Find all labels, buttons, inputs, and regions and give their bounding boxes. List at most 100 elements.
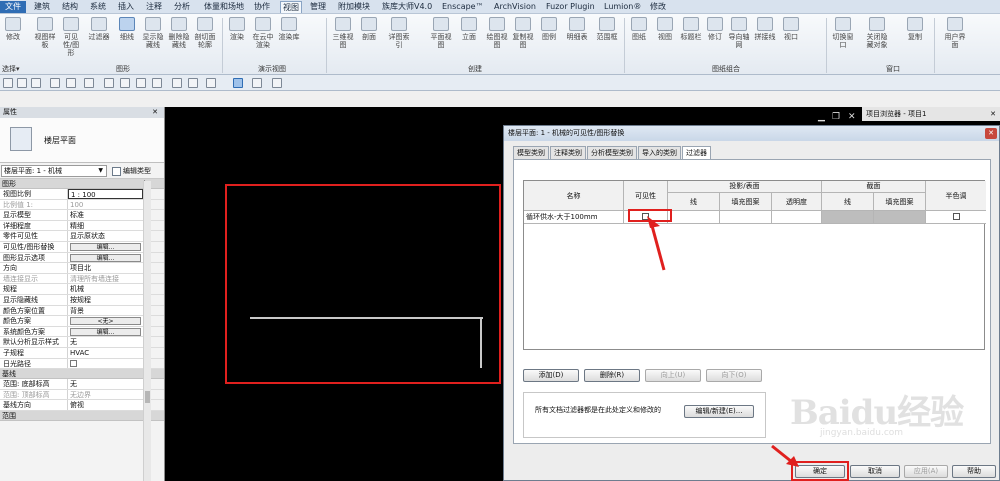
- switch-window-icon[interactable]: [252, 78, 262, 88]
- property-edit-button[interactable]: 编辑...: [70, 253, 141, 262]
- close-icon[interactable]: ✕: [848, 112, 856, 122]
- remove-filter-button[interactable]: 删除(R): [584, 369, 640, 382]
- section-graphics[interactable]: 图形 ⌃: [0, 179, 164, 189]
- render-gallery-button[interactable]: 渲染库: [278, 17, 300, 41]
- switch-windows-button[interactable]: 切换窗口: [832, 17, 854, 49]
- help-button[interactable]: 帮助: [952, 465, 996, 478]
- revisions-button[interactable]: 修订: [704, 17, 726, 41]
- property-row[interactable]: 方向 项目北: [0, 263, 164, 274]
- scroll-thumb[interactable]: [145, 391, 150, 403]
- property-value[interactable]: 无边界: [68, 389, 143, 400]
- customize-qat-icon[interactable]: [272, 78, 282, 88]
- render-button[interactable]: 渲染: [226, 17, 248, 41]
- property-value[interactable]: 清理所有墙连接: [68, 273, 143, 284]
- property-row[interactable]: 系统颜色方案 编辑...: [0, 326, 164, 338]
- place-view-button[interactable]: 视图: [654, 17, 676, 41]
- filter-row-halftone[interactable]: [926, 211, 986, 224]
- pipe-horizontal[interactable]: [250, 317, 483, 319]
- dimension-icon[interactable]: [120, 78, 130, 88]
- property-value[interactable]: 按规程: [68, 294, 143, 305]
- guide-grid-button[interactable]: 导向轴网: [728, 17, 750, 49]
- tab-structure[interactable]: 结构: [60, 1, 80, 13]
- property-row[interactable]: 范围: 顶部标高 无边界: [0, 389, 164, 401]
- section-button[interactable]: 剖面: [358, 17, 380, 41]
- move-down-button[interactable]: 向下(O): [706, 369, 762, 382]
- thin-line-toggle-icon[interactable]: [206, 78, 216, 88]
- move-up-button[interactable]: 向上(U): [645, 369, 701, 382]
- filter-row-proj-line[interactable]: [668, 211, 720, 224]
- user-interface-button[interactable]: 用户界面: [944, 17, 966, 49]
- property-row[interactable]: 显示隐藏线 按规程: [0, 294, 164, 306]
- modify-button[interactable]: 修改: [2, 17, 24, 41]
- tab-family-master[interactable]: 族库大师V4.0: [380, 1, 434, 13]
- property-row[interactable]: 颜色方案位置 背景: [0, 305, 164, 317]
- undo-icon[interactable]: [50, 78, 60, 88]
- property-row[interactable]: 子规程 HVAC: [0, 347, 164, 359]
- minimize-icon[interactable]: ▁: [818, 112, 825, 122]
- property-row[interactable]: 显示模型 标准: [0, 210, 164, 221]
- tab-enscape[interactable]: Enscape™: [440, 1, 486, 13]
- property-value[interactable]: 编辑...: [68, 252, 143, 263]
- tab-modify[interactable]: 修改: [648, 1, 668, 13]
- property-value[interactable]: HVAC: [68, 347, 143, 358]
- sync-icon[interactable]: [31, 78, 41, 88]
- property-row[interactable]: 基线方向 俯视: [0, 400, 164, 411]
- matchline-button[interactable]: 拼接线: [754, 17, 776, 41]
- callout-button[interactable]: 详图索引: [388, 17, 410, 49]
- pipe-vertical[interactable]: [480, 317, 482, 368]
- cloud-render-button[interactable]: 在云中渲染: [252, 17, 274, 49]
- measure-icon[interactable]: [104, 78, 114, 88]
- tab-collaborate[interactable]: 协作: [252, 1, 272, 13]
- drafting-view-button[interactable]: 绘图视图: [486, 17, 508, 49]
- 3d-icon[interactable]: [172, 78, 182, 88]
- property-row[interactable]: 可见性/图形替换 编辑...: [0, 241, 164, 253]
- halftone-checkbox[interactable]: [952, 213, 960, 220]
- property-value[interactable]: 1 : 100: [68, 189, 143, 199]
- property-row[interactable]: 范围: 底部标高无: [0, 379, 164, 390]
- replicate-button[interactable]: 复制: [904, 17, 926, 41]
- view-templates-button[interactable]: 视图样板: [34, 17, 56, 49]
- save-icon[interactable]: [17, 78, 27, 88]
- tab-architecture[interactable]: 建筑: [32, 1, 52, 13]
- cut-profile-button[interactable]: 剖切面轮廓: [194, 17, 216, 49]
- property-value[interactable]: 无: [68, 379, 143, 389]
- 3d-view-button[interactable]: 三维视图: [332, 17, 354, 49]
- tab-massing-site[interactable]: 体量和场地: [202, 1, 246, 13]
- property-row[interactable]: 默认分析显示样式无: [0, 337, 164, 348]
- property-value[interactable]: 标准: [68, 210, 143, 220]
- property-value[interactable]: 项目北: [68, 263, 143, 273]
- add-filter-button[interactable]: 添加(D): [523, 369, 579, 382]
- property-row[interactable]: 详细程度 精细: [0, 220, 164, 232]
- property-row[interactable]: 图形显示选项 编辑...: [0, 252, 164, 264]
- property-value[interactable]: 编辑...: [68, 326, 143, 337]
- tab-lumion[interactable]: Lumion®: [602, 1, 643, 13]
- sheet-button[interactable]: 图纸: [628, 17, 650, 41]
- thin-lines-button[interactable]: 细线: [116, 17, 138, 41]
- open-icon[interactable]: [3, 78, 13, 88]
- edit-type-button[interactable]: 编辑类型: [112, 165, 151, 177]
- tab-addins[interactable]: 附加模块: [336, 1, 372, 13]
- property-value[interactable]: 精细: [68, 220, 143, 231]
- show-hidden-lines-button[interactable]: 显示隐藏线: [142, 17, 164, 49]
- property-value[interactable]: <无>: [68, 316, 143, 326]
- tab-view[interactable]: 视图: [280, 1, 302, 13]
- properties-scrollbar[interactable]: [143, 181, 151, 481]
- property-edit-button[interactable]: <无>: [70, 317, 141, 326]
- plan-views-button[interactable]: 平面视图: [430, 17, 452, 49]
- apply-button[interactable]: 应用(A): [904, 465, 948, 478]
- tab-analytical-categories[interactable]: 分析模型类别: [587, 146, 637, 159]
- section-range[interactable]: 范围 ⌃: [0, 410, 164, 421]
- close-icon[interactable]: ✕: [985, 128, 997, 139]
- elevation-button[interactable]: 立面: [458, 17, 480, 41]
- redo-icon[interactable]: [66, 78, 76, 88]
- restore-icon[interactable]: ❐: [832, 112, 840, 122]
- tab-annotation-categories[interactable]: 注释类别: [550, 146, 586, 159]
- property-value[interactable]: 100: [68, 199, 143, 210]
- property-row[interactable]: 零件可见性 显示原状态: [0, 231, 164, 242]
- visibility-graphics-button[interactable]: 可见性/图形: [60, 17, 82, 57]
- property-row[interactable]: 规程 机械: [0, 284, 164, 295]
- instance-selector[interactable]: 楼层平面: 1 - 机械 ▼: [1, 165, 107, 177]
- filter-row-proj-transparency[interactable]: [772, 211, 822, 224]
- tab-manage[interactable]: 管理: [308, 1, 328, 13]
- property-value[interactable]: [68, 358, 143, 369]
